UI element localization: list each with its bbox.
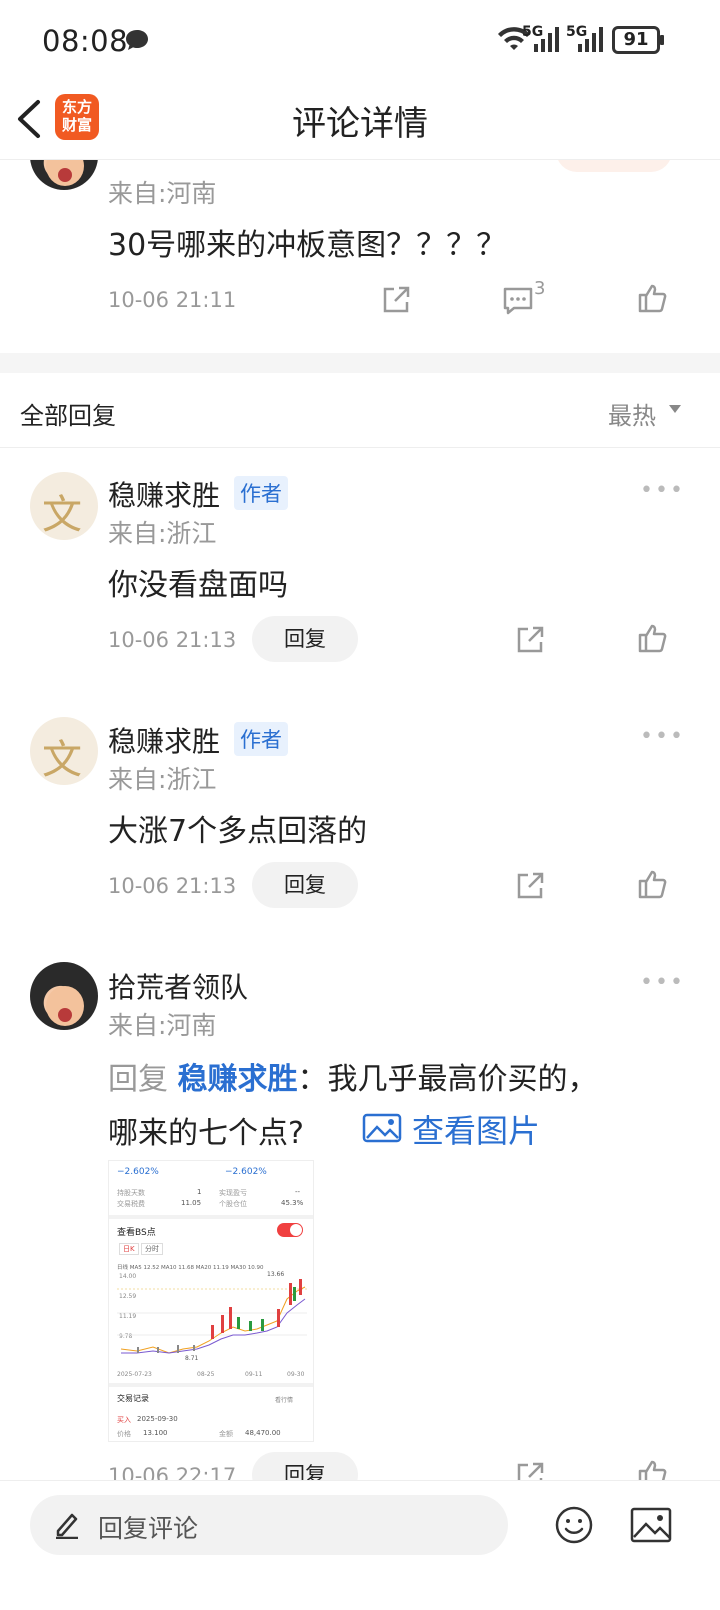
reply-time: 10-06 22:17 <box>108 1464 237 1480</box>
nav-header: 东方 财富 评论详情 <box>0 80 720 160</box>
like-icon[interactable] <box>636 868 668 900</box>
sort-selector[interactable]: 最热 <box>608 396 656 431</box>
reply-text-line1: 回复 稳赚求胜：我几乎最高价买的， <box>108 1054 598 1098</box>
reply-text: 哪来的七个点? <box>108 1116 304 1151</box>
thumb-value: 45.3% <box>281 1199 304 1207</box>
reply-button[interactable]: 回复 <box>252 616 358 662</box>
all-replies-label: 全部回复 <box>20 402 116 430</box>
share-icon[interactable] <box>514 870 546 902</box>
share-icon[interactable] <box>380 284 412 316</box>
reply-target-link[interactable]: 稳赚求胜 <box>178 1062 298 1097</box>
thumb-value: 1 <box>197 1188 202 1196</box>
thumb-kline-chart <box>117 1279 307 1354</box>
emoji-icon[interactable] <box>554 1505 594 1545</box>
location: 来自:浙江 <box>108 519 217 548</box>
thumb-price: 13.100 <box>143 1429 168 1437</box>
thumb-x: 09-30 <box>287 1371 305 1378</box>
page-title: 评论详情 <box>292 104 428 144</box>
reply-time: 10-06 21:13 <box>108 628 237 652</box>
username[interactable]: 稳赚求胜 <box>108 474 220 514</box>
username[interactable]: 稳赚求胜 <box>108 720 220 760</box>
location: 来自:河南 <box>108 179 217 208</box>
thumb-label: 个股仓位 <box>219 1200 247 1208</box>
comment-time: 10-06 21:11 <box>108 288 237 312</box>
thumb-price-label: 价格 <box>117 1430 131 1438</box>
status-time: 08:08 <box>42 24 129 58</box>
thumb-pct: −2.602% <box>117 1167 159 1177</box>
reply-time: 10-06 21:13 <box>108 874 237 898</box>
status-bar: 08:08 5G 5G 91 <box>0 0 720 80</box>
thumb-pct: −2.602% <box>225 1167 267 1177</box>
thumb-bs-label: 查看BS点 <box>117 1228 156 1238</box>
thumb-value: -- <box>295 1188 301 1196</box>
reply-text: 你没看盘面吗 <box>108 568 288 603</box>
thumb-buy-date: 2025-09-30 <box>137 1415 178 1423</box>
thumb-label: 交易税费 <box>117 1200 145 1208</box>
thumb-x: 2025-07-23 <box>117 1371 152 1378</box>
thumb-x: 09-11 <box>245 1371 263 1378</box>
image-icon[interactable] <box>362 1112 402 1144</box>
reply-text-line2: 哪来的七个点? <box>108 1108 304 1152</box>
thumb-amount-label: 金额 <box>219 1430 233 1438</box>
battery-level: 91 <box>623 29 649 50</box>
dropdown-icon[interactable] <box>668 404 682 414</box>
share-icon[interactable] <box>514 1460 546 1480</box>
reply-text: ：我几乎最高价买的， <box>297 1062 598 1097</box>
like-icon[interactable] <box>636 1458 668 1480</box>
reply-prefix: 回复 <box>108 1062 168 1097</box>
username[interactable]: 拾荒者领队 <box>108 966 248 1006</box>
more-options-icon[interactable]: ••• <box>640 478 685 503</box>
signal-icon <box>534 27 559 52</box>
battery-tip <box>660 35 664 45</box>
avatar[interactable] <box>30 160 98 190</box>
divider <box>0 447 720 448</box>
share-icon[interactable] <box>514 624 546 656</box>
thumb-view-quote: 看行情 <box>275 1397 294 1404</box>
thumb-x: 08-25 <box>197 1371 215 1378</box>
comment-text: 30号哪来的冲板意图？？？？ <box>108 228 507 263</box>
pencil-icon <box>56 1513 78 1539</box>
signal-icon <box>578 27 603 52</box>
thumb-toggle <box>277 1223 303 1237</box>
author-badge: 作者 <box>234 476 288 510</box>
view-image-link[interactable]: 查看图片 <box>412 1106 540 1152</box>
more-options-icon[interactable]: ••• <box>640 724 685 749</box>
reply-count: 3 <box>534 278 546 299</box>
thumb-buy-label: 买入 <box>117 1416 131 1424</box>
like-icon[interactable] <box>636 622 668 654</box>
chat-icon <box>126 30 148 50</box>
reply-button[interactable]: 回复 <box>252 862 358 908</box>
avatar[interactable] <box>30 962 98 1030</box>
comment-icon[interactable] <box>502 286 534 316</box>
avatar[interactable]: 文 <box>30 717 98 785</box>
like-icon[interactable] <box>636 282 668 314</box>
location: 来自:浙江 <box>108 765 217 794</box>
author-badge: 作者 <box>234 722 288 756</box>
follow-button[interactable] <box>556 160 672 172</box>
reply-input-placeholder: 回复评论 <box>98 1514 199 1543</box>
thumb-value: 11.05 <box>181 1199 202 1207</box>
attached-image[interactable]: −2.602% −2.602% 持股天数 1 实现盈亏 -- 交易税费 11.0… <box>108 1160 314 1442</box>
reply-text: 大涨7个多点回落的 <box>108 814 368 849</box>
thumb-tab: 分时 <box>141 1243 163 1255</box>
more-options-icon[interactable]: ••• <box>640 970 685 995</box>
thumb-record-label: 交易记录 <box>117 1394 149 1403</box>
reply-button[interactable]: 回复 <box>252 1452 358 1480</box>
thumb-divider <box>109 1383 313 1387</box>
thumb-tab: 日K <box>119 1243 139 1255</box>
image-upload-icon[interactable] <box>630 1507 672 1543</box>
thumb-label: 持股天数 <box>117 1189 145 1197</box>
thumb-amount: 48,470.00 <box>245 1429 281 1437</box>
section-divider <box>0 353 720 373</box>
comment-detail-content[interactable]: 来自:河南 30号哪来的冲板意图？？？？ 10-06 21:11 3 全部回复 … <box>0 160 720 1480</box>
bottom-reply-bar: 回复评论 <box>0 1480 720 1610</box>
thumb-label: 实现盈亏 <box>219 1189 247 1197</box>
location: 来自:河南 <box>108 1011 217 1040</box>
avatar[interactable]: 文 <box>30 472 98 540</box>
thumb-divider <box>109 1215 313 1219</box>
battery-icon: 91 <box>612 26 660 54</box>
